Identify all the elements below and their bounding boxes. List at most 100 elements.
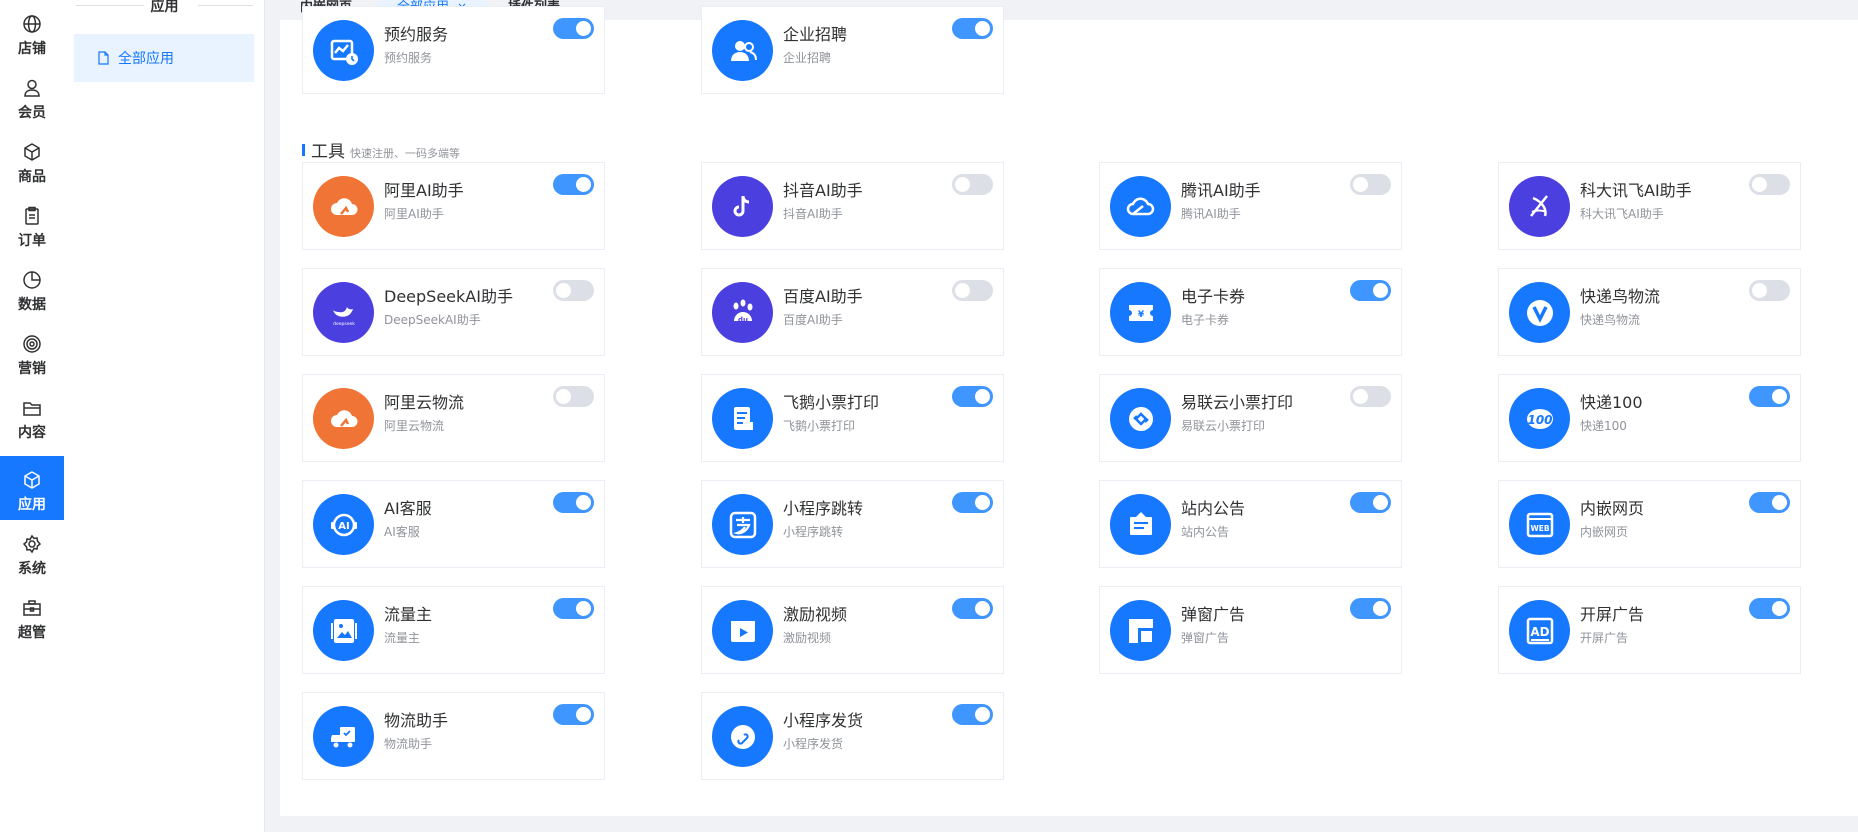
enable-toggle[interactable]	[1350, 174, 1391, 195]
app-card[interactable]: deepseek DeepSeekAI助手 DeepSeekAI助手	[302, 268, 605, 356]
enable-toggle[interactable]	[553, 280, 594, 301]
nav-label: 会员	[18, 105, 46, 121]
app-card[interactable]: 飞鹅小票打印 飞鹅小票打印	[701, 374, 1004, 462]
app-card[interactable]: 激励视频 激励视频	[701, 586, 1004, 674]
enable-toggle[interactable]	[553, 704, 594, 725]
app-card[interactable]: 阿里云物流 阿里云物流	[302, 374, 605, 462]
app-card[interactable]: 企业招聘 企业招聘	[701, 6, 1004, 94]
app-card[interactable]: ¥ 电子卡券 电子卡券	[1099, 268, 1402, 356]
enable-toggle[interactable]	[553, 18, 594, 39]
enable-toggle[interactable]	[553, 386, 594, 407]
app-desc: 弹窗广告	[1181, 631, 1230, 645]
nav-item-content[interactable]: 内容	[0, 384, 64, 448]
picture-icon	[313, 600, 374, 661]
app-desc: 流量主	[384, 631, 421, 645]
svg-text:WEB: WEB	[1530, 524, 1549, 533]
app-card[interactable]: 快递鸟物流 快递鸟物流	[1498, 268, 1801, 356]
svg-text:deepseek: deepseek	[333, 321, 355, 327]
sidebar-item-all-apps[interactable]: 全部应用	[74, 34, 254, 82]
app-card[interactable]: AD 开屏广告 开屏广告	[1498, 586, 1801, 674]
enable-toggle[interactable]	[952, 280, 993, 301]
enable-toggle[interactable]	[1749, 386, 1790, 407]
app-card[interactable]: 流量主 流量主	[302, 586, 605, 674]
nav-item-system[interactable]: 系统	[0, 520, 64, 584]
enable-toggle[interactable]	[952, 704, 993, 725]
app-card[interactable]: 易联云小票打印 易联云小票打印	[1099, 374, 1402, 462]
app-desc: 阿里AI助手	[384, 207, 444, 221]
link-icon	[712, 706, 773, 767]
enable-toggle[interactable]	[553, 492, 594, 513]
app-card[interactable]: 阿里AI助手 阿里AI助手	[302, 162, 605, 250]
app-name: 易联云小票打印	[1181, 393, 1294, 412]
users-icon	[712, 20, 773, 81]
iflytek-icon	[1509, 176, 1570, 237]
nav-item-apps[interactable]: 应用	[0, 456, 64, 520]
app-card[interactable]: 抖音AI助手 抖音AI助手	[701, 162, 1004, 250]
app-name: 企业招聘	[783, 25, 848, 44]
enable-toggle[interactable]	[952, 174, 993, 195]
app-name: 物流助手	[384, 711, 449, 730]
app-desc: DeepSeekAI助手	[384, 313, 481, 327]
enable-toggle[interactable]	[1350, 492, 1391, 513]
app-desc: 抖音AI助手	[783, 207, 843, 221]
app-card[interactable]: 小程序发货 小程序发货	[701, 692, 1004, 780]
douyin-icon	[712, 176, 773, 237]
app-card[interactable]: 小程序跳转 小程序跳转	[701, 480, 1004, 568]
app-desc: AI客服	[384, 525, 420, 539]
enable-toggle[interactable]	[952, 492, 993, 513]
section-title: 工具	[311, 142, 345, 162]
app-card[interactable]: du 百度AI助手 百度AI助手	[701, 268, 1004, 356]
nav-item-goods[interactable]: 商品	[0, 128, 64, 192]
sidebar-title: 应用	[150, 0, 179, 15]
app-card[interactable]: 100 快递100 快递100	[1498, 374, 1801, 462]
enable-toggle[interactable]	[1749, 280, 1790, 301]
target-icon	[23, 335, 41, 353]
app-name: 预约服务	[384, 25, 449, 44]
app-card[interactable]: AI AI客服 AI客服	[302, 480, 605, 568]
app-card[interactable]: 预约服务 预约服务	[302, 6, 605, 94]
nav-label: 内容	[18, 425, 46, 441]
app-card[interactable]: 弹窗广告 弹窗广告	[1099, 586, 1402, 674]
nav-item-store[interactable]: 店铺	[0, 0, 64, 64]
app-desc: 激励视频	[783, 631, 832, 645]
nav-item-member[interactable]: 会员	[0, 64, 64, 128]
enable-toggle[interactable]	[553, 174, 594, 195]
app-desc: 小程序跳转	[783, 525, 844, 539]
enable-toggle[interactable]	[553, 598, 594, 619]
enable-toggle[interactable]	[1350, 598, 1391, 619]
nav-label: 数据	[18, 297, 46, 313]
app-card[interactable]: WEB 内嵌网页 内嵌网页	[1498, 480, 1801, 568]
nav-label: 系统	[18, 561, 46, 577]
kuaidi100-icon: 100	[1509, 388, 1570, 449]
nav-item-data[interactable]: 数据	[0, 256, 64, 320]
app-desc: 百度AI助手	[783, 313, 843, 327]
app-desc: 快递100	[1580, 419, 1627, 433]
enable-toggle[interactable]	[952, 18, 993, 39]
aliyun-cloud-icon	[313, 176, 374, 237]
nav-item-marketing[interactable]: 营销	[0, 320, 64, 384]
enable-toggle[interactable]	[952, 386, 993, 407]
app-card[interactable]: 物流助手 物流助手	[302, 692, 605, 780]
nav-item-admin[interactable]: 超管	[0, 584, 64, 648]
deepseek-whale-icon: deepseek	[313, 282, 374, 343]
enable-toggle[interactable]	[1350, 386, 1391, 407]
appointment-icon	[313, 20, 374, 81]
app-name: 快递鸟物流	[1580, 287, 1661, 306]
app-name: 电子卡券	[1181, 287, 1246, 306]
app-card[interactable]: 腾讯AI助手 腾讯AI助手	[1099, 162, 1402, 250]
enable-toggle[interactable]	[952, 598, 993, 619]
app-card[interactable]: 站内公告 站内公告	[1099, 480, 1402, 568]
nav-label: 超管	[18, 625, 46, 641]
app-desc: 易联云小票打印	[1181, 419, 1266, 433]
video-icon	[712, 600, 773, 661]
app-card[interactable]: 科大讯飞AI助手 科大讯飞AI助手	[1498, 162, 1801, 250]
clipboard-icon	[25, 206, 39, 225]
enable-toggle[interactable]	[1749, 174, 1790, 195]
enable-toggle[interactable]	[1350, 280, 1391, 301]
app-desc: 小程序发货	[783, 737, 844, 751]
enable-toggle[interactable]	[1749, 598, 1790, 619]
app-desc: 站内公告	[1181, 525, 1230, 539]
nav-item-order[interactable]: 订单	[0, 192, 64, 256]
baidu-paw-icon: du	[712, 282, 773, 343]
enable-toggle[interactable]	[1749, 492, 1790, 513]
